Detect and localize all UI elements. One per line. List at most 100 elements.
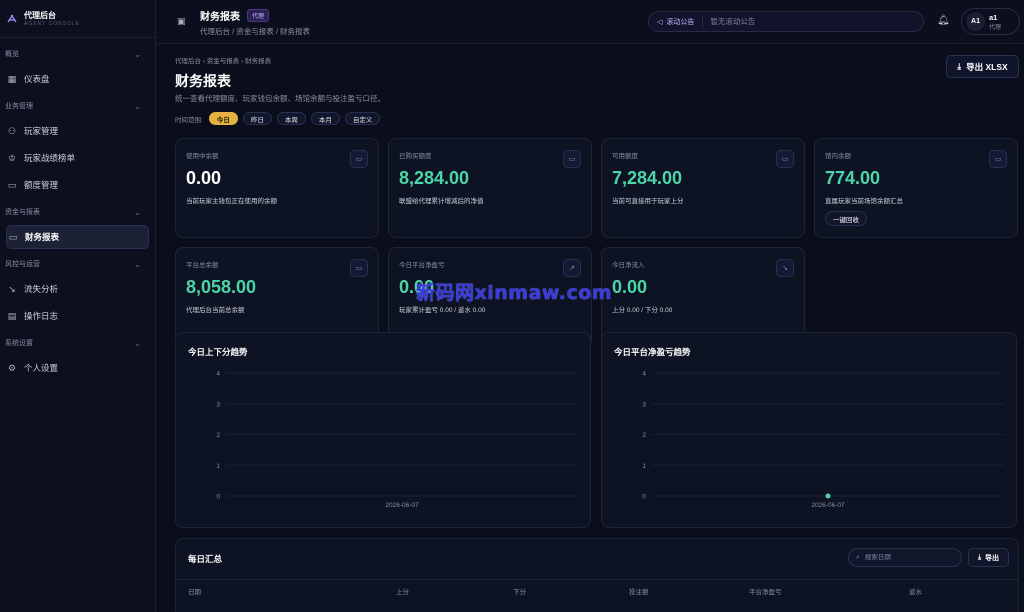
table-column-header[interactable]: 日期 [188, 586, 201, 596]
stat-label: 馆内余额 [825, 153, 851, 160]
time-range-option[interactable]: 自定义 [344, 112, 381, 125]
sidebar-item[interactable]: ▦ 仪表盘 [6, 67, 149, 91]
export-button[interactable]: ⤓ 导出 [968, 548, 1009, 567]
table-column-header[interactable]: 投注额 [629, 586, 649, 596]
time-range-filter: 时间范围: 今日 昨日 本周 本月 自定义 [175, 112, 381, 125]
users-icon: ⚇ [7, 125, 17, 136]
export-xlsx-label: 导出 XLSX [966, 61, 1008, 72]
announcement-bar[interactable]: ◁ 滚动公告 暂无滚动公告 [648, 11, 924, 32]
time-range-option[interactable]: 今日 [208, 112, 238, 125]
sidebar-item[interactable]: ⚇ 玩家管理 [6, 119, 149, 143]
time-range-option[interactable]: 昨日 [242, 112, 272, 125]
download-icon: ⤓ [957, 61, 962, 71]
announcement-text: 暂无滚动公告 [710, 17, 756, 26]
sidebar-item-label: 玩家管理 [24, 126, 59, 136]
chevron-down-icon: ⌄ [134, 207, 141, 217]
sidebar-section-header[interactable]: 资金与报表 ⌄ [0, 205, 155, 219]
recall-button[interactable]: 一键回收 [825, 211, 867, 226]
stat-description: 代理后台当前总余额 [186, 307, 245, 314]
time-range-option[interactable]: 本周 [276, 112, 306, 125]
megaphone-icon: ◁ [657, 18, 663, 26]
announcement-label: ◁ 滚动公告 [649, 15, 704, 28]
search-input[interactable] [864, 554, 945, 561]
table-column-header[interactable]: 返水 [909, 586, 922, 596]
table-column-header[interactable]: 上分 [396, 586, 409, 596]
user-name: a1 [989, 12, 998, 22]
download-icon: ⤓ [977, 553, 982, 561]
chart-profit-trend: 今日平台净盈亏趋势 0 1 2 3 4 2026-06-07 [601, 332, 1017, 528]
search-icon: ⌕ [856, 553, 860, 561]
wallet-icon: ▭ [350, 259, 368, 277]
breadcrumb-item[interactable]: 资金与报表 [207, 58, 240, 65]
table-title: 每日汇总 [188, 554, 223, 564]
y-tick-label: 1 [216, 463, 220, 470]
wallet-icon: ▭ [989, 150, 1007, 168]
y-tick-label: 4 [642, 371, 646, 378]
y-tick-label: 0 [642, 494, 646, 501]
trend-down-icon: ↘ [8, 283, 16, 294]
y-tick-label: 2 [216, 432, 220, 439]
y-tick-label: 3 [642, 401, 646, 408]
section-label: 系统设置 [5, 340, 33, 347]
time-range-label: 时间范围: [175, 116, 203, 124]
breadcrumb-item[interactable]: 代理后台 [175, 58, 201, 65]
trend-up-icon: ↗ [563, 259, 581, 277]
stat-card: 已购买额度 ▭ 8,284.00 联盟给代理累计增减后的净值 [388, 138, 592, 238]
sidebar-section-header[interactable]: 概览 ⌄ [0, 47, 155, 61]
x-tick-label: 2026-06-07 [811, 502, 845, 509]
wallet-icon: ▭ [8, 231, 18, 242]
sidebar-item-label: 个人设置 [24, 363, 59, 373]
sidebar-item-label: 财务报表 [25, 232, 60, 242]
sidebar: 代理后台 AGENT CONSOLE 概览 ⌄ ▦ 仪表盘业务管理 ⌄ ⚇ 玩家管理 ♔ 玩家战… [0, 0, 156, 612]
y-tick-label: 4 [216, 371, 220, 378]
y-tick-label: 3 [216, 401, 220, 408]
stat-value: 0.00 [612, 277, 648, 297]
stat-label: 今日平台净盈亏 [399, 262, 445, 269]
clipboard-icon: ▤ [7, 310, 17, 321]
sidebar-nav: 概览 ⌄ ▦ 仪表盘业务管理 ⌄ ⚇ 玩家管理 ♔ 玩家战绩榜单 ▭ 额度管理资金与报表 ⌄ ▭ 财务报表… [0, 47, 155, 380]
chart-recharge-trend: 今日上下分趋势 0 1 2 3 4 2026-06-07 [175, 332, 591, 528]
sidebar-item[interactable]: ⚙ 个人设置 [6, 356, 149, 380]
stat-label: 已购买额度 [399, 153, 432, 160]
section-label: 资金与报表 [5, 209, 40, 216]
wallet-icon: ▭ [7, 179, 17, 190]
table-column-header[interactable]: 平台净盈亏 [749, 586, 782, 596]
sidebar-toggle-icon[interactable]: ▣ [177, 16, 186, 27]
time-range-option[interactable]: 本月 [310, 112, 340, 125]
watermark: 新码网xinmaw.com [416, 282, 613, 304]
header-title: 财务报表 [200, 12, 240, 23]
sidebar-item-label: 额度管理 [24, 180, 59, 190]
logo-icon [7, 14, 17, 22]
gear-icon: ⚙ [7, 362, 17, 373]
header-breadcrumb: 代理后台 / 资金与报表 / 财务报表 [200, 27, 311, 36]
stat-description: 当前可直接用于玩家上分 [612, 198, 684, 205]
sidebar-item[interactable]: ▤ 操作日志 [6, 304, 149, 328]
stat-description: 当前玩家主钱包正在使用的余额 [186, 198, 277, 205]
table-column-header[interactable]: 下分 [513, 586, 526, 596]
sidebar-section-header[interactable]: 系统设置 ⌄ [0, 336, 155, 350]
y-tick-label: 2 [642, 432, 646, 439]
wallet-icon: ▭ [563, 150, 581, 168]
sidebar-section-header[interactable]: 业务管理 ⌄ [0, 99, 155, 113]
sidebar-item[interactable]: ▭ 财务报表 [6, 225, 149, 249]
wallet-icon: ▭ [776, 150, 794, 168]
stat-description: 上分 0.00 / 下分 0.00 [612, 307, 673, 314]
sidebar-item[interactable]: ▭ 额度管理 [6, 173, 149, 197]
sidebar-item[interactable]: ♔ 玩家战绩榜单 [6, 146, 149, 170]
sidebar-item-label: 仪表盘 [24, 74, 50, 84]
sidebar-section-header[interactable]: 风控与运营 ⌄ [0, 257, 155, 271]
export-xlsx-button[interactable]: ⤓ 导出 XLSX [946, 55, 1019, 78]
top-bar: ▣ 财务报表 代理 代理后台 / 资金与报表 / 财务报表 ◁ 滚动公告 暂无滚动… [157, 0, 1024, 44]
bell-icon[interactable]: 🔔︎ [937, 15, 950, 26]
stat-description: 直属玩家当前场馆余额汇总 [825, 198, 903, 205]
table-header: 日期 上分 下分 投注额 平台净盈亏 返水 [176, 579, 1018, 597]
y-tick-label: 0 [216, 494, 220, 501]
sidebar-item[interactable]: ↘ 流失分析 [6, 277, 149, 301]
daily-summary-panel: 每日汇总 ⌕ ⤓导出 日期 上分 下分 投注额 平台净盈亏 返水 [175, 538, 1019, 612]
search-field[interactable]: ⌕ [848, 548, 962, 567]
brand: 代理后台 AGENT CONSOLE [0, 0, 155, 38]
user-menu[interactable]: A1 a1 代理 [961, 8, 1020, 35]
stat-card: 馆内余额 ▭ 774.00 直属玩家当前场馆余额汇总 一键回收 [814, 138, 1018, 238]
data-point[interactable] [825, 493, 831, 499]
brand-subtitle: AGENT CONSOLE [24, 21, 80, 27]
